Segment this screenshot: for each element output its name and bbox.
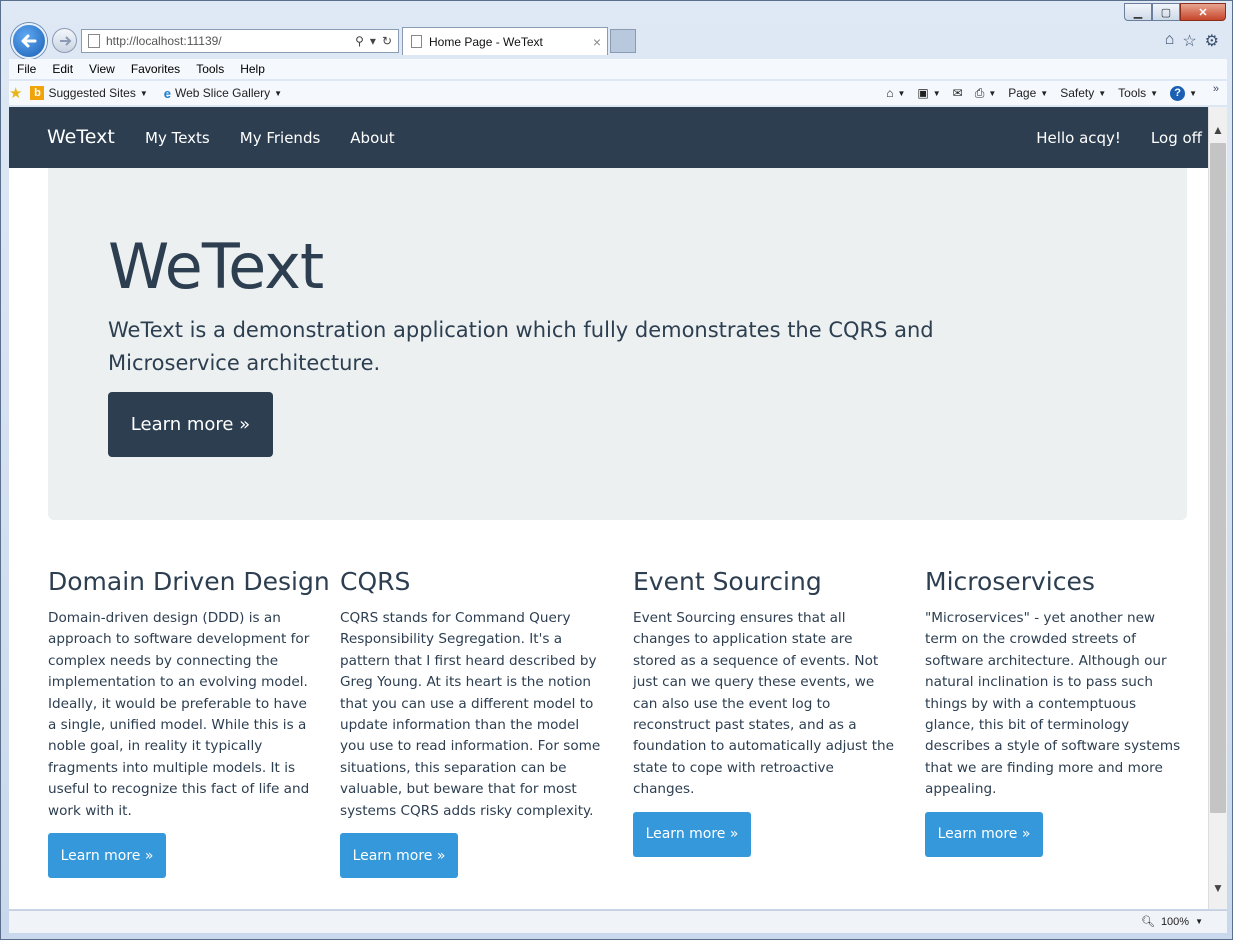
suggested-sites-label: Suggested Sites	[48, 86, 136, 100]
web-slice-gallery-label: Web Slice Gallery	[175, 86, 271, 100]
tools-menu-label: Tools	[1118, 86, 1147, 100]
close-tab-icon[interactable]: ×	[593, 34, 601, 50]
column-title: CQRS	[340, 567, 411, 596]
ie-icon: e	[163, 85, 172, 101]
safety-menu[interactable]: Safety ▼	[1060, 86, 1106, 100]
close-window-button[interactable]: ✕	[1180, 3, 1226, 21]
feature-column-event-sourcing: Event Sourcing Event Sourcing ensures th…	[633, 567, 895, 857]
log-off-link[interactable]: Log off	[1151, 129, 1202, 147]
page-menu[interactable]: Page ▼	[1008, 86, 1048, 100]
jumbotron: WeText WeText is a demonstration applica…	[48, 168, 1187, 520]
address-url[interactable]: http://localhost:11139/	[106, 34, 355, 48]
favorites-star-icon[interactable]: ☆	[1182, 31, 1196, 51]
nav-about[interactable]: About	[350, 129, 394, 147]
page-icon	[88, 34, 100, 48]
suggested-sites-link[interactable]: b Suggested Sites ▼	[30, 86, 148, 100]
navigation-bar: http://localhost:11139/ ⚲ ▾ ↻ Home Page …	[9, 21, 1227, 59]
back-icon	[21, 34, 37, 48]
status-bar: 🔍︎ 100% ▼	[9, 910, 1227, 933]
menu-favorites[interactable]: Favorites	[123, 62, 188, 76]
jumbotron-title: WeText	[108, 230, 324, 303]
column-title: Event Sourcing	[633, 567, 822, 596]
jumbotron-lead: WeText is a demonstration application wh…	[108, 318, 934, 375]
column-title: Microservices	[925, 567, 1095, 596]
chevron-right-icon[interactable]: »	[1213, 83, 1219, 95]
menu-view[interactable]: View	[81, 62, 123, 76]
web-slice-gallery-link[interactable]: e Web Slice Gallery ▼	[164, 86, 282, 101]
back-button[interactable]	[11, 23, 47, 59]
refresh-icon[interactable]: ↻	[382, 34, 392, 48]
learn-more-button[interactable]: Learn more »	[633, 811, 751, 857]
maximize-button[interactable]: ▢	[1152, 3, 1180, 21]
chevron-down-icon: ▼	[1195, 917, 1203, 926]
column-body: "Microservices" - yet another new term o…	[925, 610, 1181, 798]
feature-column-cqrs: CQRS CQRS stands for Command Query Respo…	[340, 567, 602, 879]
column-title: Domain Driven Design	[48, 567, 330, 596]
scrollbar-thumb[interactable]	[1210, 143, 1226, 813]
minimize-button[interactable]: ▁	[1124, 3, 1152, 21]
learn-more-button[interactable]: Learn more »	[340, 833, 458, 879]
vertical-scrollbar[interactable]: ▲ ▼	[1208, 107, 1227, 909]
feature-column-microservices: Microservices "Microservices" - yet anot…	[925, 567, 1187, 857]
brand-link[interactable]: WeText	[47, 126, 115, 148]
jumbotron-learn-more-button[interactable]: Learn more »	[108, 392, 273, 457]
column-body: Domain-driven design (DDD) is an approac…	[48, 610, 310, 819]
help-button[interactable]: ? ▼	[1170, 85, 1197, 101]
menu-file[interactable]: File	[9, 62, 44, 76]
learn-more-button[interactable]: Learn more »	[48, 833, 166, 879]
scroll-down-icon[interactable]: ▼	[1209, 879, 1227, 897]
favorites-star-icon[interactable]: ★	[9, 84, 22, 102]
learn-more-button[interactable]: Learn more »	[925, 811, 1043, 857]
tab-page-icon	[411, 35, 422, 48]
menu-edit[interactable]: Edit	[44, 62, 81, 76]
command-bar: ⌂ ▼ ▣ ▼ ✉ ⎙ ▼ Page ▼ Safety ▼ Tools ▼ ? ▼	[886, 81, 1197, 105]
settings-gear-icon[interactable]: ⚙	[1205, 31, 1219, 51]
forward-icon	[59, 35, 71, 46]
tools-menu[interactable]: Tools ▼	[1118, 86, 1158, 100]
column-body: CQRS stands for Command Query Responsibi…	[340, 610, 601, 819]
scroll-up-icon[interactable]: ▲	[1209, 121, 1227, 139]
rss-feed-icon: ▣	[917, 86, 929, 100]
tab-title: Home Page - WeText	[429, 34, 543, 49]
search-icon[interactable]: ⚲	[355, 34, 364, 48]
page-menu-label: Page	[1008, 86, 1037, 100]
menu-tools[interactable]: Tools	[188, 62, 232, 76]
mail-icon: ✉	[952, 86, 963, 100]
menu-help[interactable]: Help	[232, 62, 273, 76]
print-icon: ⎙	[974, 85, 985, 100]
window-controls: ▁ ▢ ✕	[1124, 3, 1226, 21]
chevron-down-icon: ▼	[274, 88, 283, 98]
address-bar[interactable]: http://localhost:11139/ ⚲ ▾ ↻	[81, 29, 399, 53]
nav-my-friends[interactable]: My Friends	[240, 129, 321, 147]
mail-button[interactable]: ✉	[953, 86, 963, 100]
zoom-control[interactable]: 🔍︎ 100% ▼	[1140, 915, 1203, 929]
zoom-icon: 🔍︎	[1140, 916, 1155, 928]
new-tab-button[interactable]	[610, 29, 636, 53]
column-body: Event Sourcing ensures that all changes …	[633, 610, 895, 798]
menu-bar: File Edit View Favorites Tools Help	[9, 59, 1227, 79]
site-navbar: WeText My Texts My Friends About Hello a…	[9, 107, 1208, 168]
page-viewport: WeText My Texts My Friends About Hello a…	[9, 107, 1208, 909]
chevron-down-icon: ▼	[139, 88, 148, 98]
nav-my-texts[interactable]: My Texts	[145, 129, 210, 147]
help-icon: ?	[1170, 85, 1186, 101]
browser-window: ▁ ▢ ✕ http://localhost:11139/ ⚲ ▾ ↻ Home	[0, 0, 1233, 940]
dropdown-caret-icon[interactable]: ▾	[370, 34, 376, 48]
feeds-button[interactable]: ▣ ▼	[917, 86, 940, 100]
forward-button[interactable]	[52, 28, 77, 53]
feature-column-ddd: Domain Driven Design Domain-driven desig…	[48, 567, 330, 879]
zoom-level: 100%	[1160, 915, 1190, 928]
home-icon[interactable]: ⌂	[1165, 31, 1175, 51]
home-button[interactable]: ⌂ ▼	[886, 86, 905, 100]
home-icon: ⌂	[886, 86, 894, 100]
favorites-bar: ★ b Suggested Sites ▼ e Web Slice Galler…	[9, 81, 1227, 105]
browser-tab[interactable]: Home Page - WeText ×	[402, 27, 608, 55]
print-button[interactable]: ⎙ ▼	[975, 86, 997, 101]
safety-menu-label: Safety	[1060, 86, 1095, 100]
user-greeting-link[interactable]: Hello acqy!	[1036, 129, 1121, 147]
bing-icon: b	[30, 86, 45, 100]
